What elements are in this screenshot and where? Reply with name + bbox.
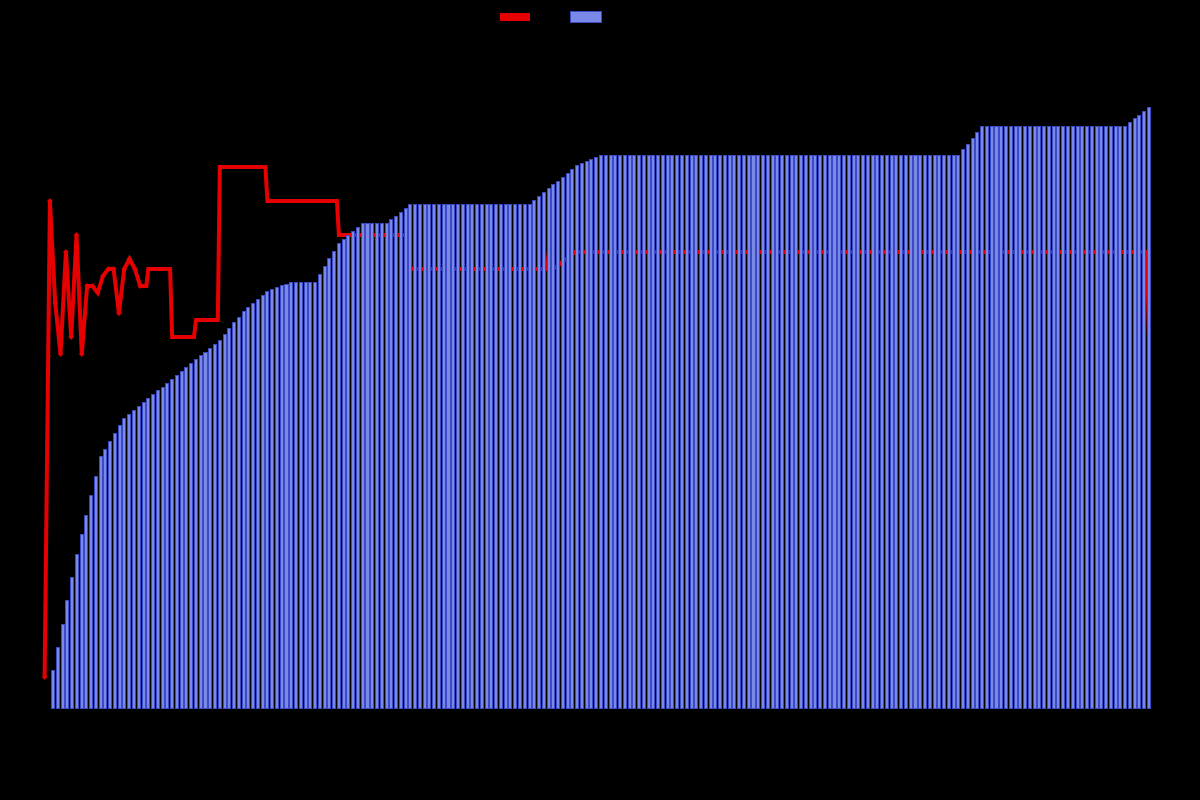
y-right-tick-label: 5 [1166, 607, 1196, 618]
y-left-tick-label: 3,4 [6, 569, 36, 580]
y-right-tick-label: 20 [1166, 316, 1196, 327]
tick-marks-layer [0, 0, 1200, 800]
y-right-tick-label: 35 [1166, 25, 1196, 36]
y-left-tick-label: 4,2 [6, 297, 36, 308]
y-left-tick-label: 4,4 [6, 229, 36, 240]
y-left-tick-label: 3,8 [6, 433, 36, 444]
y-left-tick-label: 4,0 [6, 365, 36, 376]
y-left-tick-label: 3,2 [6, 637, 36, 648]
y-left-tick-label: 3,6 [6, 501, 36, 512]
chart-container: 3,0 3,2 3,4 3,6 3,8 4,0 4,2 4,4 4,6 4,8 5,0 0 5 10 15 2… [0, 0, 1200, 800]
y-right-tick-label: 10 [1166, 510, 1196, 521]
y-left-tick-label: 3,0 [6, 705, 36, 716]
y-left-tick-label: 4,6 [6, 161, 36, 172]
y-right-tick-label: 30 [1166, 122, 1196, 133]
y-left-tick-label: 5,0 [6, 25, 36, 36]
y-right-tick-label: 15 [1166, 413, 1196, 424]
y-right-tick-label: 0 [1166, 705, 1196, 716]
y-left-tick-label: 4,8 [6, 93, 36, 104]
y-right-tick-label: 25 [1166, 219, 1196, 230]
